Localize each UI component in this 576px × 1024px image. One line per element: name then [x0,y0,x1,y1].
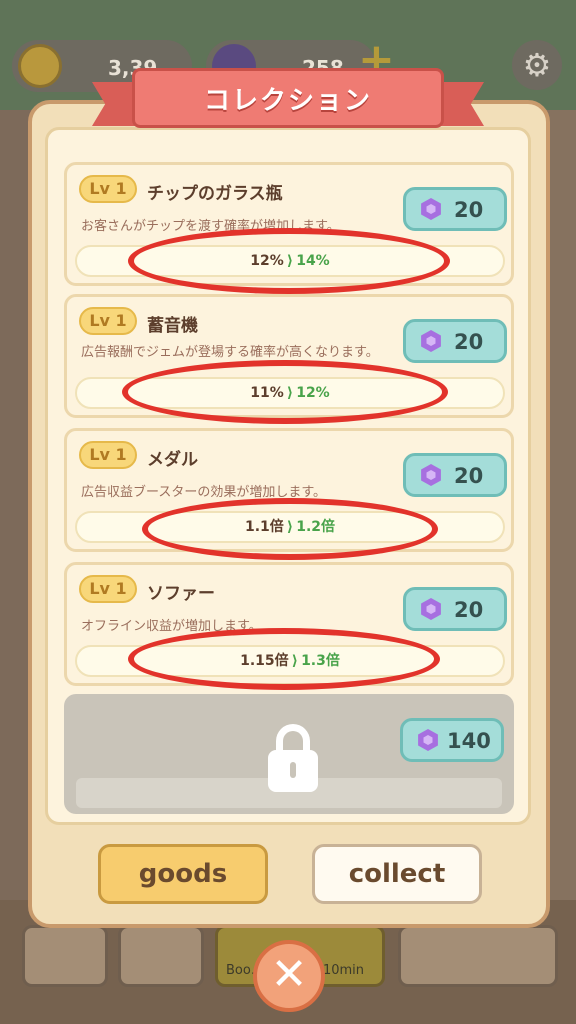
price-value: 20 [454,598,484,622]
upgrade-price-button[interactable]: 20 [403,187,507,231]
item-name: メダル [147,450,198,470]
unlock-price-button[interactable]: 140 [400,718,504,762]
next-effect: 12% [296,385,330,401]
level-badge: Lv 1 [79,307,137,335]
bottom-menu-shop [118,925,204,987]
level-badge: Lv 1 [79,575,137,603]
modal-title: コレクション [203,86,372,116]
level-badge: Lv 1 [79,441,137,469]
paw-coin-icon [18,44,62,88]
upgrade-price-button[interactable]: 20 [403,319,507,363]
bottom-menu-bear [22,925,108,987]
collection-card: Lv 1 チップのガラス瓶 お客さんがチップを渡す確率が増加します。 20 12… [64,162,514,286]
effect-bar: 12% ⟩ 14% [75,245,505,277]
gem-icon [421,330,441,352]
next-effect: 1.2倍 [296,519,336,535]
item-description: 広告収益ブースターの効果が増加します。 [81,485,327,500]
arrow-icon: ⟩ [286,385,294,401]
current-effect: 1.15倍 [240,653,289,669]
effect-bar: 11% ⟩ 12% [75,377,505,409]
goods-button[interactable]: goods [98,844,268,904]
gem-icon [421,598,441,620]
price-value: 20 [454,330,484,354]
item-description: オフライン収益が増加します。 [81,619,262,634]
effect-bar: 1.15倍 ⟩ 1.3倍 [75,645,505,677]
item-name: ソファー [147,584,215,604]
collection-card: Lv 1 ソファー オフライン収益が増加します。 20 1.15倍 ⟩ 1.3倍 [64,562,514,686]
arrow-icon: ⟩ [291,653,299,669]
upgrade-price-button[interactable]: 20 [403,453,507,497]
gem-icon [421,198,441,220]
gem-icon [418,729,438,751]
current-effect: 12% [250,253,284,269]
collect-button[interactable]: collect [312,844,482,904]
bottom-menu-upgrade [398,925,558,987]
upgrade-price-button[interactable]: 20 [403,587,507,631]
current-effect: 1.1倍 [244,519,284,535]
arrow-icon: ⟩ [286,253,294,269]
boost-timer: 10min [322,963,364,978]
arrow-icon: ⟩ [286,519,294,535]
effect-bar: 1.1倍 ⟩ 1.2倍 [75,511,505,543]
item-name: 蓄音機 [147,316,198,336]
gem-icon [421,464,441,486]
collection-card: Lv 1 蓄音機 広告報酬でジェムが登場する確率が高くなります。 20 11% ⟩… [64,294,514,418]
current-effect: 11% [250,385,284,401]
price-value: 20 [454,198,484,222]
price-value: 140 [447,729,491,753]
item-name: チップのガラス瓶 [147,184,283,204]
close-button[interactable]: ✕ [253,940,325,1012]
item-description: お客さんがチップを渡す確率が増加します。 [81,219,340,234]
gear-icon: ⚙ [512,40,562,90]
price-value: 20 [454,464,484,488]
locked-card: 140 [64,694,514,814]
collection-card: Lv 1 メダル 広告収益ブースターの効果が増加します。 20 1.1倍 ⟩ 1.2… [64,428,514,552]
next-effect: 14% [296,253,330,269]
item-description: 広告報酬でジェムが登場する確率が高くなります。 [81,345,379,360]
level-badge: Lv 1 [79,175,137,203]
title-ribbon: コレクション [92,68,484,136]
next-effect: 1.3倍 [301,653,340,669]
